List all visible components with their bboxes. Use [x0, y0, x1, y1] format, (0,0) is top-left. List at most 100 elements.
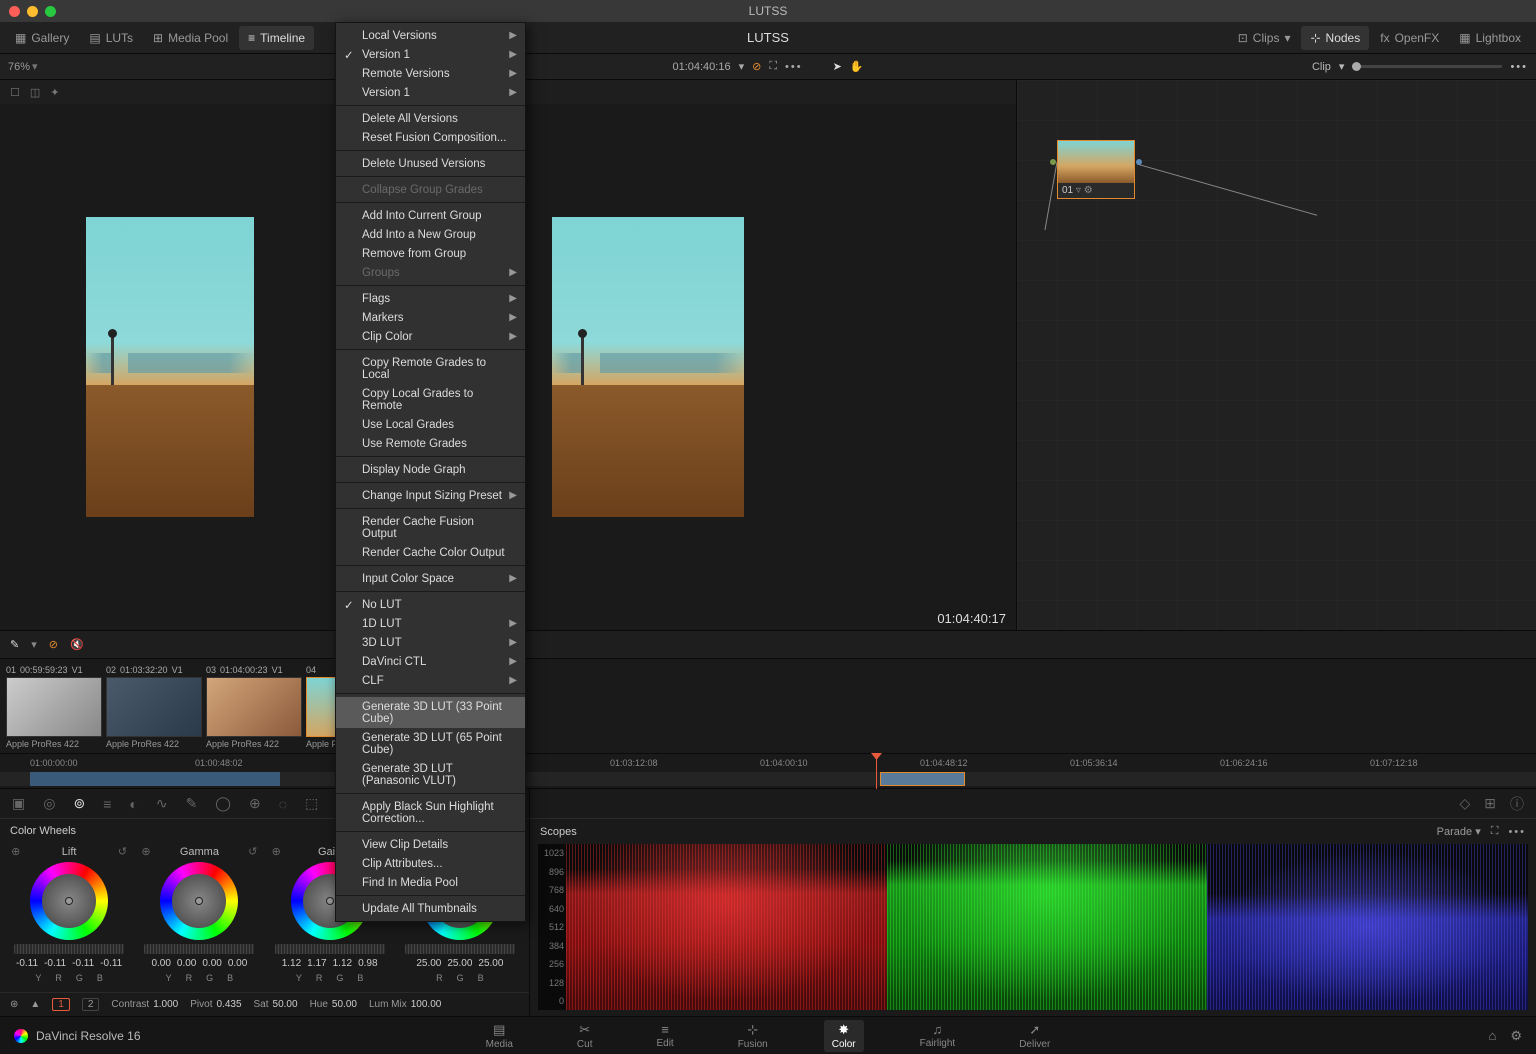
- clip-thumbnail[interactable]: 0100:59:59:23V1 Apple ProRes 422: [6, 663, 102, 749]
- close-window-button[interactable]: [9, 6, 20, 17]
- menu-item[interactable]: Delete Unused Versions: [336, 154, 525, 173]
- reset-icon[interactable]: ⊘: [49, 638, 58, 651]
- page-1-button[interactable]: 1: [52, 998, 70, 1011]
- pivot-value[interactable]: 0.435: [216, 999, 241, 1010]
- wheel-values[interactable]: 25.0025.0025.00: [416, 958, 503, 969]
- menu-item[interactable]: Clip Color▶: [336, 327, 525, 346]
- menu-item[interactable]: Apply Black Sun Highlight Correction...: [336, 797, 525, 828]
- nav-deliver[interactable]: ➚Deliver: [1011, 1020, 1058, 1052]
- nodes-tab[interactable]: ⊹Nodes: [1301, 26, 1369, 50]
- menu-item[interactable]: View Clip Details: [336, 835, 525, 854]
- color-match-icon[interactable]: ◎: [43, 795, 55, 812]
- menu-item[interactable]: Local Versions▶: [336, 26, 525, 45]
- nav-fairlight[interactable]: ♫Fairlight: [912, 1020, 964, 1051]
- wheel-control[interactable]: [160, 862, 238, 940]
- menu-item[interactable]: Add Into Current Group: [336, 206, 525, 225]
- hand-tool-icon[interactable]: ✋: [850, 60, 864, 73]
- timecode-readout[interactable]: 01:04:40:16: [672, 61, 730, 73]
- primaries-bars-icon[interactable]: ≡: [103, 796, 111, 812]
- qualifier-icon[interactable]: ✎: [186, 795, 198, 812]
- lightbox-tab[interactable]: ▦Lightbox: [1450, 26, 1530, 50]
- menu-item[interactable]: Add Into a New Group: [336, 225, 525, 244]
- gallery-tab[interactable]: ▦Gallery: [6, 26, 78, 50]
- menu-item[interactable]: Delete All Versions: [336, 109, 525, 128]
- clips-tab[interactable]: ⊡Clips▾: [1229, 26, 1300, 50]
- menu-item[interactable]: Generate 3D LUT (65 Point Cube): [336, 728, 525, 759]
- clip-context-menu[interactable]: Local Versions▶✓Version 1▶Remote Version…: [335, 22, 526, 922]
- auto-balance-icon[interactable]: ⊛: [10, 999, 18, 1010]
- clip-thumbnail[interactable]: 0301:04:00:23V1 Apple ProRes 422: [206, 663, 302, 749]
- wheel-values[interactable]: 1.121.171.120.98: [282, 958, 378, 969]
- timeline-clip-current[interactable]: [880, 772, 965, 786]
- menu-item[interactable]: Change Input Sizing Preset▶: [336, 486, 525, 505]
- menu-item[interactable]: 3D LUT▶: [336, 633, 525, 652]
- nav-edit[interactable]: ≡Edit: [648, 1020, 681, 1051]
- jog-wheel[interactable]: [14, 944, 124, 954]
- menu-item[interactable]: Update All Thumbnails: [336, 899, 525, 918]
- menu-item[interactable]: CLF▶: [336, 671, 525, 690]
- tracker-icon[interactable]: ⊕: [249, 795, 261, 812]
- key-icon[interactable]: ⬚: [305, 795, 318, 812]
- timeline-clip[interactable]: [30, 772, 140, 786]
- nav-cut[interactable]: ✂Cut: [569, 1020, 601, 1052]
- timeline-clip[interactable]: [140, 772, 280, 786]
- wand-icon[interactable]: ✦: [50, 86, 59, 99]
- wheel-values[interactable]: 0.000.000.000.00: [151, 958, 247, 969]
- jog-wheel[interactable]: [405, 944, 515, 954]
- maximize-window-button[interactable]: [45, 6, 56, 17]
- menu-item[interactable]: ✓Version 1▶: [336, 45, 525, 64]
- color-node-01[interactable]: 01 ▿ ⚙: [1057, 140, 1135, 199]
- pointer-tool-icon[interactable]: ➤: [833, 60, 842, 73]
- luts-tab[interactable]: ▤LUTs: [80, 26, 142, 50]
- menu-item[interactable]: Remote Versions▶: [336, 64, 525, 83]
- mini-timeline[interactable]: V1 01:00:00:0001:00:48:0201:03:12:0801:0…: [0, 753, 1536, 788]
- menu-item[interactable]: Remove from Group: [336, 244, 525, 263]
- zoom-level[interactable]: 76%: [8, 61, 30, 73]
- node-canvas[interactable]: 01 ▿ ⚙: [1017, 80, 1536, 630]
- menu-item[interactable]: 1D LUT▶: [336, 614, 525, 633]
- chevron-down-icon[interactable]: ▾: [1339, 60, 1345, 73]
- nav-media[interactable]: ▤Media: [478, 1020, 521, 1052]
- scope-mode-select[interactable]: Parade ▾: [1437, 825, 1481, 838]
- home-icon[interactable]: ⌂: [1488, 1028, 1496, 1044]
- playhead[interactable]: [876, 754, 877, 789]
- nav-fusion[interactable]: ⊹Fusion: [730, 1020, 776, 1052]
- project-settings-icon[interactable]: ⚙: [1510, 1028, 1522, 1044]
- menu-item[interactable]: Find In Media Pool: [336, 873, 525, 892]
- split-icon[interactable]: ◫: [30, 86, 40, 99]
- menu-item[interactable]: Generate 3D LUT (33 Point Cube): [336, 697, 525, 728]
- menu-item[interactable]: Display Node Graph: [336, 460, 525, 479]
- wheel-control[interactable]: [30, 862, 108, 940]
- clip-thumbnail[interactable]: 0201:03:32:20V1 Apple ProRes 422: [106, 663, 202, 749]
- menu-item[interactable]: Render Cache Fusion Output: [336, 512, 525, 543]
- menu-item[interactable]: Reset Fusion Composition...: [336, 128, 525, 147]
- primaries-wheels-icon[interactable]: ⊚: [73, 795, 85, 812]
- menu-item[interactable]: Render Cache Color Output: [336, 543, 525, 562]
- keyframe-icon[interactable]: ◇: [1459, 795, 1470, 812]
- menu-item[interactable]: Input Color Space▶: [336, 569, 525, 588]
- more-options-icon[interactable]: •••: [1510, 61, 1528, 73]
- menu-item[interactable]: DaVinci CTL▶: [336, 652, 525, 671]
- picker-icon[interactable]: ⊕: [141, 845, 150, 858]
- menu-item[interactable]: ✓No LUT: [336, 595, 525, 614]
- openfx-tab[interactable]: fxOpenFX: [1371, 26, 1448, 50]
- chevron-down-icon[interactable]: ▾: [32, 60, 38, 73]
- ref-viewer-canvas[interactable]: [0, 104, 340, 630]
- window-icon[interactable]: ◯: [215, 795, 231, 812]
- jog-wheel[interactable]: [144, 944, 254, 954]
- lummix-value[interactable]: 100.00: [411, 999, 442, 1010]
- highlight-icon[interactable]: ☐: [10, 86, 20, 99]
- pick-white-icon[interactable]: ▲: [30, 999, 40, 1010]
- menu-item[interactable]: Flags▶: [336, 289, 525, 308]
- chevron-down-icon[interactable]: ▾: [31, 638, 37, 651]
- menu-item[interactable]: Clip Attributes...: [336, 854, 525, 873]
- jog-wheel[interactable]: [275, 944, 385, 954]
- picker-icon[interactable]: ⊕: [11, 845, 20, 858]
- menu-item[interactable]: Generate 3D LUT (Panasonic VLUT): [336, 759, 525, 790]
- scope-options-icon[interactable]: •••: [1508, 826, 1526, 838]
- camera-raw-icon[interactable]: ▣: [12, 795, 25, 812]
- sat-value[interactable]: 50.00: [273, 999, 298, 1010]
- wheel-values[interactable]: -0.11-0.11-0.11-0.11: [16, 958, 122, 969]
- log-wheels-icon[interactable]: ◐: [129, 796, 137, 812]
- expand-icon[interactable]: ⛶: [769, 60, 777, 73]
